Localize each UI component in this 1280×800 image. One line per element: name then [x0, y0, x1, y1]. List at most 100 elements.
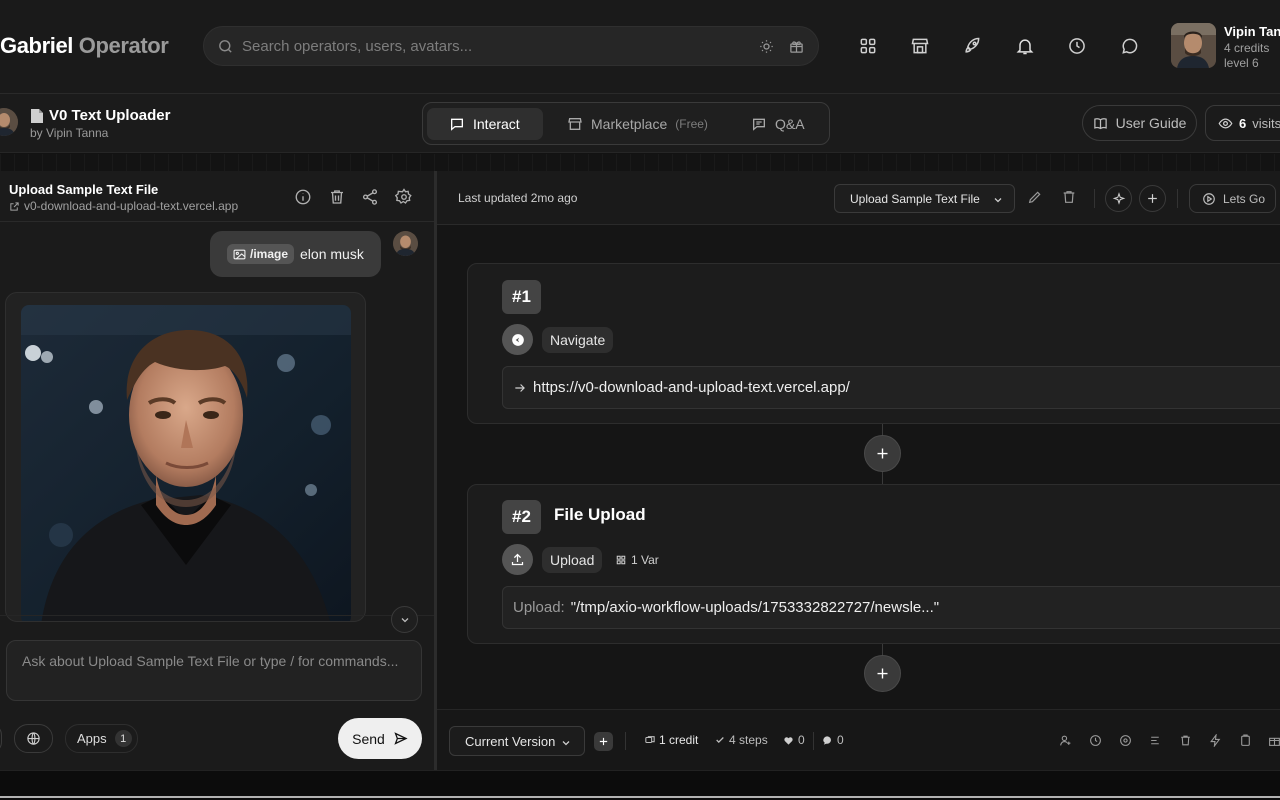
step-url-value: https://v0-download-and-upload-text.verc… — [533, 379, 850, 396]
credit-cost-stat: 1 credit — [645, 733, 698, 747]
ai-sparkle-button[interactable] — [1105, 185, 1132, 212]
target-icon[interactable] — [1119, 734, 1133, 748]
brand-logo[interactable]: Gabriel Operator — [0, 33, 169, 59]
notifications-bell-icon[interactable] — [1015, 36, 1035, 56]
chevron-down-icon — [994, 198, 1002, 203]
plus-icon — [877, 668, 888, 679]
rocket-icon[interactable] — [962, 36, 982, 56]
history-clock-icon[interactable] — [1067, 36, 1087, 56]
toolbar-separator — [1094, 189, 1095, 208]
window-bottom-edge — [0, 770, 1280, 800]
comments-count: 0 — [837, 733, 844, 747]
marketplace-store-icon[interactable] — [910, 36, 930, 56]
workflow-step-card[interactable]: #1 Navigate https://v0-download-and-uplo… — [467, 263, 1280, 424]
step-count-value: 4 steps — [729, 733, 768, 747]
step-number-badge: #2 — [502, 500, 541, 534]
workflow-step-card[interactable]: #2 File Upload Upload 1 Var Upload: "/tm… — [467, 484, 1280, 644]
operator-title-text: V0 Text Uploader — [49, 107, 171, 124]
chat-bubble-icon — [449, 116, 465, 132]
search-icon — [217, 38, 234, 55]
step-upload-value: "/tmp/axio-workflow-uploads/175333282272… — [570, 599, 940, 616]
add-step-toolbar-button[interactable] — [1139, 185, 1166, 212]
send-button[interactable]: Send — [338, 718, 422, 759]
step-variables-label[interactable]: 1 Var — [616, 553, 659, 567]
info-icon[interactable] — [294, 188, 312, 206]
workflow-select-value: Upload Sample Text File — [850, 191, 980, 206]
attach-button[interactable] — [0, 724, 2, 753]
workflow-footer: Current Version 1 credit 4 steps 0 0 — [437, 709, 1280, 770]
divider-strip — [0, 154, 1280, 171]
scroll-to-bottom-button[interactable] — [391, 606, 418, 633]
add-step-button[interactable] — [864, 655, 901, 692]
settings-gear-icon[interactable] — [395, 188, 413, 206]
brand-name-primary: Gabriel — [0, 33, 74, 58]
variable-grid-icon — [616, 555, 626, 565]
upload-icon — [502, 544, 533, 575]
profile-avatar[interactable] — [1171, 23, 1216, 68]
arrow-right-icon — [515, 383, 525, 392]
edit-pencil-icon[interactable] — [1027, 189, 1045, 207]
version-select[interactable]: Current Version — [449, 726, 585, 756]
operator-author-avatar[interactable] — [0, 108, 18, 136]
operator-author[interactable]: by Vipin Tanna — [30, 126, 108, 140]
tab-interact-label: Interact — [473, 116, 520, 132]
apps-label: Apps — [77, 731, 107, 746]
step-upload-field[interactable]: Upload: "/tmp/axio-workflow-uploads/1753… — [502, 586, 1280, 629]
align-left-icon[interactable] — [1149, 734, 1163, 748]
likes-stat[interactable]: 0 — [783, 733, 805, 747]
generated-portrait-image[interactable] — [21, 305, 351, 621]
chat-workflow-url[interactable]: v0-download-and-upload-text.vercel.app — [9, 199, 238, 213]
document-icon — [30, 108, 44, 124]
apps-grid-icon[interactable] — [858, 36, 878, 56]
step-action-chip: Upload — [542, 547, 603, 573]
tab-marketplace-badge: (Free) — [675, 117, 708, 131]
last-updated-text: Last updated 2mo ago — [458, 191, 578, 205]
credit-cost-value: 1 credit — [659, 733, 699, 747]
visits-counter[interactable]: 6 visits — [1205, 105, 1280, 141]
chat-workflow-title: Upload Sample Text File — [9, 182, 159, 197]
search-input[interactable] — [242, 35, 742, 57]
play-circle-icon — [1203, 192, 1215, 205]
web-search-toggle[interactable] — [14, 724, 53, 753]
chat-message-input[interactable] — [6, 640, 422, 701]
tab-marketplace[interactable]: Marketplace (Free) — [553, 108, 722, 140]
workflow-select[interactable]: Upload Sample Text File — [834, 184, 1015, 213]
send-label: Send — [352, 730, 385, 747]
user-guide-button[interactable]: User Guide — [1082, 105, 1197, 141]
user-message-text: elon musk — [300, 246, 364, 262]
share-icon[interactable] — [361, 188, 379, 206]
run-workflow-button[interactable]: Lets Go — [1189, 184, 1276, 213]
step-action-chip: Navigate — [542, 327, 614, 353]
workflow-toolbar: Last updated 2mo ago Upload Sample Text … — [437, 171, 1280, 225]
toolbar-separator — [1177, 189, 1178, 208]
theme-toggle-sun-icon[interactable] — [759, 39, 774, 54]
delete-trash-icon[interactable] — [1061, 189, 1079, 207]
tab-interact[interactable]: Interact — [427, 108, 543, 140]
gift-icon[interactable] — [1268, 734, 1280, 748]
add-step-button[interactable] — [864, 435, 901, 472]
add-version-button[interactable] — [594, 732, 613, 751]
profile-level: level 6 — [1224, 56, 1259, 70]
profile-name[interactable]: Vipin Tanna — [1224, 24, 1280, 39]
clipboard-icon[interactable] — [1239, 734, 1253, 748]
user-message-avatar — [393, 231, 418, 256]
lightning-icon[interactable] — [1209, 734, 1223, 748]
schedule-clock-icon[interactable] — [1089, 734, 1103, 748]
coins-icon — [645, 736, 655, 744]
step-url-field[interactable]: https://v0-download-and-upload-text.verc… — [502, 366, 1280, 409]
trash-icon[interactable] — [328, 188, 346, 206]
operator-tabs: Interact Marketplace (Free) Q&A — [422, 102, 830, 145]
apps-button[interactable]: Apps 1 — [65, 724, 138, 753]
messages-chat-icon[interactable] — [1120, 36, 1140, 56]
trash-icon[interactable] — [1179, 734, 1193, 748]
globe-icon — [27, 732, 40, 745]
chat-header-divider — [0, 221, 434, 222]
gift-icon[interactable] — [789, 39, 804, 54]
tab-qa[interactable]: Q&A — [737, 108, 819, 140]
comments-stat[interactable]: 0 — [822, 733, 844, 747]
tab-marketplace-label: Marketplace — [591, 116, 668, 132]
plus-icon — [1148, 194, 1157, 203]
step-variables-count: 1 Var — [631, 553, 659, 567]
assign-user-icon[interactable] — [1059, 734, 1073, 748]
step-title: File Upload — [554, 505, 646, 524]
